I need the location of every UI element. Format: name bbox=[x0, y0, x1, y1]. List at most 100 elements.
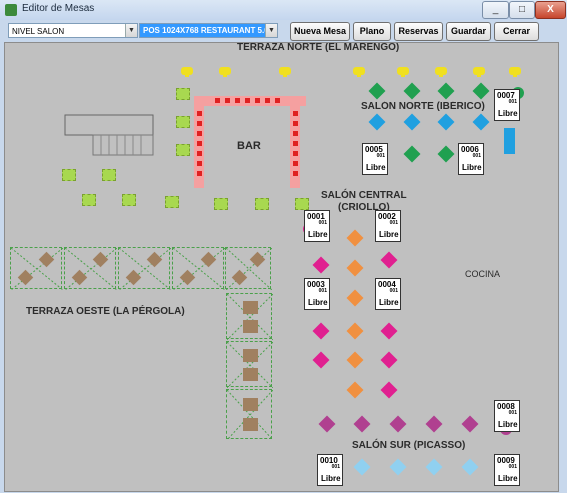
pos-select[interactable]: POS 1024X768 RESTAURANT 5.0 ▼ bbox=[139, 23, 278, 38]
table-card[interactable]: 0009 001 Libre bbox=[494, 454, 520, 486]
table-marker[interactable] bbox=[461, 458, 479, 476]
bar-stool[interactable] bbox=[197, 161, 202, 166]
table-marker[interactable] bbox=[353, 415, 371, 433]
pergola-table[interactable] bbox=[226, 341, 273, 388]
bar-stool[interactable] bbox=[197, 171, 202, 176]
bar-stool[interactable] bbox=[293, 171, 298, 176]
table-marker[interactable] bbox=[425, 415, 443, 433]
pergola-table[interactable] bbox=[226, 293, 273, 340]
table-marker[interactable] bbox=[509, 67, 521, 77]
table-card[interactable]: 0005 001 Libre bbox=[362, 143, 388, 175]
floor-plan-canvas[interactable]: TERRAZA NORTE (EL MARENGO) SALÓN NORTE (… bbox=[4, 42, 559, 492]
table-marker[interactable] bbox=[461, 415, 479, 433]
table-marker[interactable] bbox=[403, 145, 421, 163]
table-marker[interactable] bbox=[176, 144, 190, 156]
reservations-button[interactable]: Reservas bbox=[394, 22, 443, 41]
bar-stool[interactable] bbox=[293, 111, 298, 116]
save-button[interactable]: Guardar bbox=[446, 22, 491, 41]
table-marker[interactable] bbox=[389, 458, 407, 476]
table-marker[interactable] bbox=[472, 113, 490, 131]
bar-stool[interactable] bbox=[275, 98, 280, 103]
table-marker[interactable] bbox=[82, 194, 96, 206]
chevron-down-icon[interactable]: ▼ bbox=[265, 24, 277, 37]
table-marker[interactable] bbox=[504, 128, 515, 154]
table-marker[interactable] bbox=[165, 196, 179, 208]
bar-stool[interactable] bbox=[197, 121, 202, 126]
table-card[interactable]: 0004 001 Libre bbox=[375, 278, 401, 310]
table-marker[interactable] bbox=[62, 169, 76, 181]
table-marker[interactable] bbox=[380, 322, 398, 340]
minimize-button[interactable]: _ bbox=[482, 1, 509, 19]
table-card[interactable]: 0006 001 Libre bbox=[458, 143, 484, 175]
table-marker[interactable] bbox=[425, 458, 443, 476]
table-marker[interactable] bbox=[437, 113, 455, 131]
table-marker[interactable] bbox=[353, 458, 371, 476]
table-marker[interactable] bbox=[346, 259, 364, 277]
pergola-table[interactable] bbox=[10, 247, 63, 290]
table-marker[interactable] bbox=[473, 67, 485, 77]
close-window-button[interactable]: X bbox=[535, 1, 566, 19]
table-marker[interactable] bbox=[176, 88, 190, 100]
bar-stool[interactable] bbox=[293, 151, 298, 156]
table-marker[interactable] bbox=[176, 116, 190, 128]
table-marker[interactable] bbox=[255, 198, 269, 210]
table-marker[interactable] bbox=[437, 145, 455, 163]
chevron-down-icon[interactable]: ▼ bbox=[125, 24, 137, 37]
table-marker[interactable] bbox=[346, 351, 364, 369]
table-card[interactable]: 0001 001 Libre bbox=[304, 210, 330, 242]
pergola-table[interactable] bbox=[64, 247, 117, 290]
table-marker[interactable] bbox=[102, 169, 116, 181]
bar-stool[interactable] bbox=[293, 131, 298, 136]
table-card[interactable]: 0002 001 Libre bbox=[375, 210, 401, 242]
bar-stool[interactable] bbox=[293, 141, 298, 146]
table-marker[interactable] bbox=[389, 415, 407, 433]
table-marker[interactable] bbox=[312, 256, 330, 274]
table-marker[interactable] bbox=[380, 381, 398, 399]
table-card[interactable]: 0008 001 Libre bbox=[494, 400, 520, 432]
table-marker[interactable] bbox=[279, 67, 291, 77]
close-button[interactable]: Cerrar bbox=[494, 22, 539, 41]
bar-stool[interactable] bbox=[293, 161, 298, 166]
table-marker[interactable] bbox=[435, 67, 447, 77]
table-marker[interactable] bbox=[346, 381, 364, 399]
pergola-table[interactable] bbox=[226, 389, 273, 440]
table-marker[interactable] bbox=[437, 82, 455, 100]
table-marker[interactable] bbox=[397, 67, 409, 77]
table-card[interactable]: 0010 001 Libre bbox=[317, 454, 343, 486]
bar-stool[interactable] bbox=[245, 98, 250, 103]
bar-stool[interactable] bbox=[197, 111, 202, 116]
table-marker[interactable] bbox=[380, 351, 398, 369]
bar-stool[interactable] bbox=[225, 98, 230, 103]
table-marker[interactable] bbox=[380, 251, 398, 269]
table-marker[interactable] bbox=[214, 198, 228, 210]
bar-stool[interactable] bbox=[265, 98, 270, 103]
bar-stool[interactable] bbox=[235, 98, 240, 103]
table-marker[interactable] bbox=[312, 322, 330, 340]
pergola-table[interactable] bbox=[118, 247, 171, 290]
table-marker[interactable] bbox=[368, 113, 386, 131]
table-marker[interactable] bbox=[353, 67, 365, 77]
table-marker[interactable] bbox=[219, 67, 231, 77]
table-marker[interactable] bbox=[318, 415, 336, 433]
bar-stool[interactable] bbox=[197, 131, 202, 136]
table-marker[interactable] bbox=[295, 198, 309, 210]
table-marker[interactable] bbox=[346, 289, 364, 307]
pergola-table[interactable] bbox=[225, 247, 272, 290]
table-marker[interactable] bbox=[312, 351, 330, 369]
table-marker[interactable] bbox=[403, 82, 421, 100]
plan-button[interactable]: Plano bbox=[353, 22, 391, 41]
new-table-button[interactable]: Nueva Mesa bbox=[290, 22, 350, 41]
bar-stool[interactable] bbox=[215, 98, 220, 103]
maximize-button[interactable]: □ bbox=[509, 1, 535, 19]
table-card[interactable]: 0003 001 Libre bbox=[304, 278, 330, 310]
bar-stool[interactable] bbox=[197, 151, 202, 156]
table-marker[interactable] bbox=[181, 67, 193, 77]
table-marker[interactable] bbox=[346, 322, 364, 340]
level-select[interactable]: NIVEL SALON ▼ bbox=[8, 23, 138, 38]
table-marker[interactable] bbox=[122, 194, 136, 206]
bar-stool[interactable] bbox=[197, 141, 202, 146]
table-marker[interactable] bbox=[346, 229, 364, 247]
table-marker[interactable] bbox=[403, 113, 421, 131]
table-marker[interactable] bbox=[368, 82, 386, 100]
bar-stool[interactable] bbox=[293, 121, 298, 126]
